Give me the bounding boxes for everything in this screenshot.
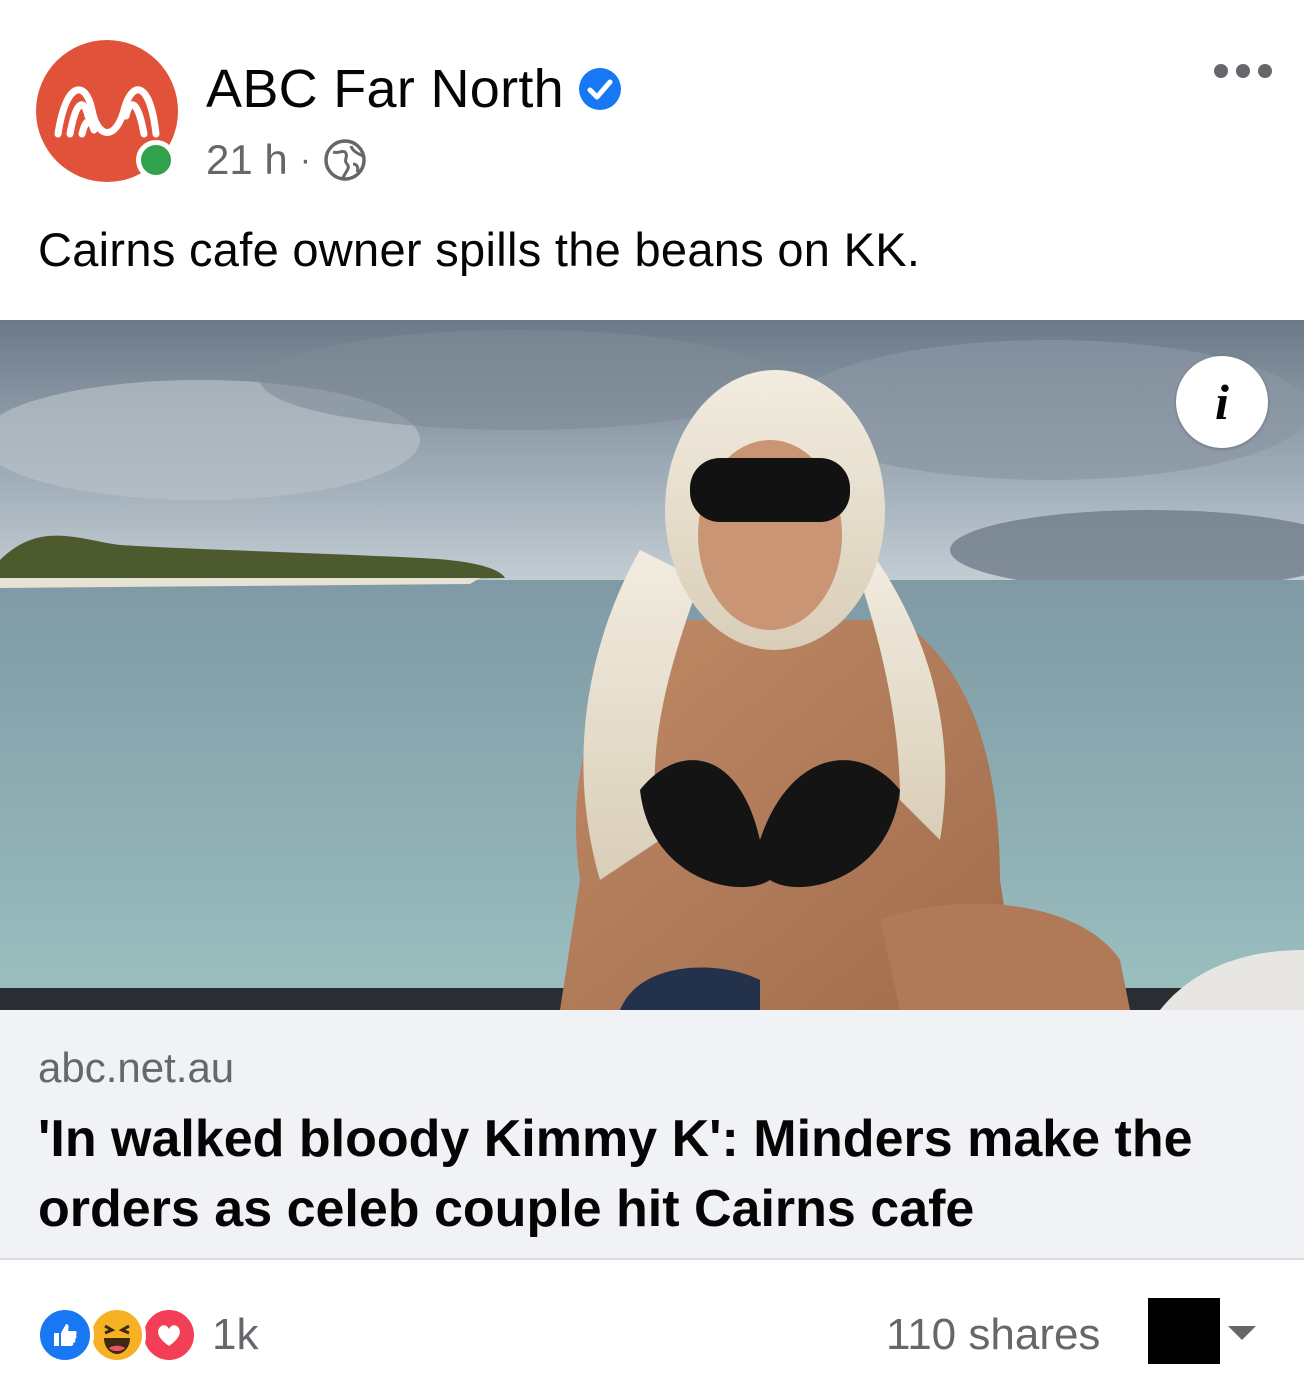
page-avatar[interactable]	[36, 40, 178, 182]
page-name-label[interactable]: ABC Far North	[206, 58, 564, 120]
info-icon[interactable]: i	[1176, 356, 1268, 448]
haha-icon	[88, 1306, 146, 1364]
reactions-summary[interactable]: 1k	[36, 1306, 258, 1364]
post-meta: 21 h ·	[206, 136, 367, 184]
link-preview[interactable]: abc.net.au 'In walked bloody Kimmy K': M…	[0, 1010, 1304, 1260]
meta-separator: ·	[299, 140, 312, 179]
chevron-down-icon[interactable]	[1228, 1326, 1256, 1340]
reaction-count[interactable]: 1k	[212, 1310, 258, 1360]
like-icon	[36, 1306, 94, 1364]
link-domain: abc.net.au	[38, 1044, 235, 1091]
more-options-icon[interactable]	[1214, 64, 1272, 78]
online-status-dot	[136, 140, 176, 180]
beach-photo	[0, 320, 1304, 1010]
link-headline[interactable]: 'In walked bloody Kimmy K': Minders make…	[38, 1104, 1258, 1244]
page-name[interactable]: ABC Far North	[206, 58, 622, 120]
verified-badge-icon	[579, 68, 621, 110]
viewer-avatar[interactable]	[1148, 1298, 1220, 1364]
love-icon	[140, 1306, 198, 1364]
more-dot	[1236, 64, 1250, 78]
globe-icon[interactable]	[323, 138, 367, 182]
post-caption: Cairns cafe owner spills the beans on KK…	[38, 223, 921, 276]
post-timestamp[interactable]: 21 h	[206, 136, 288, 184]
post-image[interactable]: i	[0, 320, 1304, 1010]
share-count[interactable]: 110 shares	[886, 1310, 1100, 1360]
more-dot	[1258, 64, 1272, 78]
more-dot	[1214, 64, 1228, 78]
feed-post: ABC Far North 21 h · Cairns cafe owner s…	[0, 0, 1304, 1398]
